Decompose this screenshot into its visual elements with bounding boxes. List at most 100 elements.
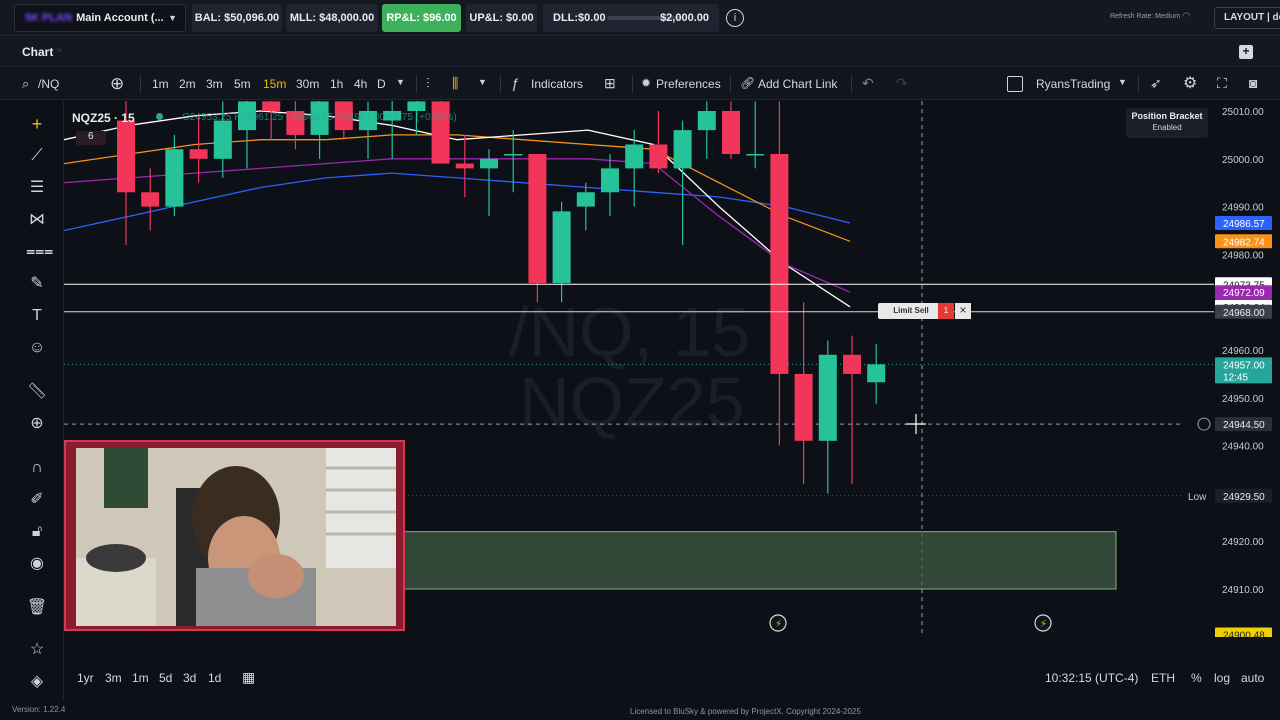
text-icon[interactable]: T xyxy=(26,305,48,327)
range-3m[interactable]: 3m xyxy=(105,671,122,685)
lock-icon[interactable]: 🔓︎ xyxy=(26,521,48,543)
pattern-icon[interactable]: ⋈ xyxy=(26,209,48,231)
account-checkbox[interactable] xyxy=(1007,76,1023,92)
candle-body xyxy=(746,154,765,156)
add-panel-button[interactable]: + xyxy=(1239,45,1253,59)
price-tag-label: 24944.50 xyxy=(1223,420,1265,431)
horizontal-lines-icon[interactable]: ☰ xyxy=(26,177,48,199)
timeframe-1h[interactable]: 1h xyxy=(330,77,343,91)
candle-body xyxy=(843,354,861,374)
bar-chart-icon[interactable]: ⫶ xyxy=(426,75,430,92)
function-icon[interactable]: ƒ xyxy=(511,75,519,91)
timeframe-30m[interactable]: 30m xyxy=(296,77,319,91)
candlestick-icon[interactable]: ⫼ xyxy=(452,75,458,92)
range-1d[interactable]: 1d xyxy=(208,671,221,685)
watermark-line-1: /NQ, 15 xyxy=(509,293,750,371)
position-bracket-title: Position Bracket xyxy=(1131,111,1203,121)
range-5d[interactable]: 5d xyxy=(159,671,172,685)
limit-sell-order-label[interactable]: Limit Sell xyxy=(878,303,944,319)
watermark-line-2: NQZ25 xyxy=(519,363,745,441)
order-quantity[interactable]: 1 xyxy=(938,303,954,319)
close-icon[interactable]: ✕ xyxy=(56,46,63,55)
indicator-count-badge[interactable]: 6 xyxy=(76,131,106,145)
auto-scale-toggle[interactable]: auto xyxy=(1241,671,1264,685)
divider xyxy=(1138,75,1139,93)
percent-scale-toggle[interactable]: % xyxy=(1191,671,1202,685)
range-1m[interactable]: 1m xyxy=(132,671,149,685)
star-icon[interactable]: ☆ xyxy=(26,639,48,661)
market-status-dot xyxy=(156,113,163,120)
add-symbol-icon[interactable]: ⊕ xyxy=(110,74,124,94)
price-tag-label: 24900.48 xyxy=(1223,631,1265,637)
eye-icon[interactable]: ◉ xyxy=(26,553,48,575)
divider xyxy=(500,75,501,93)
divider xyxy=(632,75,633,93)
candle-body xyxy=(431,101,450,164)
legend-symbol[interactable]: NQZ25 · 15 xyxy=(72,111,135,125)
symbol-search[interactable]: /NQ xyxy=(38,77,59,91)
timeframe-2m[interactable]: 2m xyxy=(179,77,196,91)
log-scale-toggle[interactable]: log xyxy=(1214,671,1230,685)
chevron-down-icon[interactable]: ▼ xyxy=(1118,77,1127,87)
add-chart-link-button[interactable]: Add Chart Link xyxy=(758,77,837,91)
rocket-icon[interactable]: ➶ xyxy=(1150,75,1162,92)
camera-icon[interactable]: ◙ xyxy=(1249,75,1257,91)
layout-button[interactable]: LAYOUT | de xyxy=(1214,7,1280,29)
zoom-in-icon[interactable]: ⊕ xyxy=(26,413,48,435)
candle-body xyxy=(552,211,571,284)
timeframe-1m[interactable]: 1m xyxy=(152,77,169,91)
calendar-icon[interactable]: ▦ xyxy=(242,669,255,686)
chevron-down-icon[interactable]: ▼ xyxy=(478,77,487,87)
clock[interactable]: 10:32:15 (UTC-4) xyxy=(1045,671,1138,685)
account-label: Main Account (... xyxy=(76,12,164,24)
link-icon[interactable]: 🔗︎ xyxy=(740,76,755,90)
pencil-lock-icon[interactable]: ✐ xyxy=(26,489,48,511)
emoji-icon[interactable]: ☺ xyxy=(26,337,48,359)
redo-icon[interactable]: ↷ xyxy=(896,75,908,92)
trash-icon[interactable]: 🗑︎ xyxy=(26,597,48,619)
cancel-order-button[interactable]: × xyxy=(955,303,971,319)
settings-icon[interactable]: ⚙ xyxy=(1183,73,1197,93)
chevron-down-icon[interactable]: ▼ xyxy=(396,77,405,87)
position-bracket-badge[interactable]: Position Bracket Enabled xyxy=(1126,108,1208,138)
gear-icon[interactable]: ✹ xyxy=(641,76,651,90)
position-bracket-status: Enabled xyxy=(1152,123,1182,132)
daily-loss-limit-badge: DLL:$0.00 $2,000.00 xyxy=(543,4,719,32)
timeframe-3m[interactable]: 3m xyxy=(206,77,223,91)
timeframe-d[interactable]: D xyxy=(377,77,386,91)
info-icon[interactable]: i xyxy=(726,9,744,27)
crosshair-icon[interactable]: + xyxy=(26,113,48,135)
timeframe-15m[interactable]: 15m xyxy=(263,77,286,91)
candle-body xyxy=(141,192,160,207)
brush-icon[interactable]: ✎ xyxy=(26,273,48,295)
fullscreen-icon[interactable]: ⛶ xyxy=(1217,75,1227,92)
magnet-icon[interactable]: ∩ xyxy=(26,457,48,479)
price-tag-label: 24968.00 xyxy=(1223,308,1265,319)
timeframe-4h[interactable]: 4h xyxy=(354,77,367,91)
chart-toolbar: ⌕ /NQ ⊕ 1m 2m 3m 5m 15m 30m 1h 4h D ▼ ⫶ … xyxy=(0,68,1280,100)
trend-line-icon[interactable]: ⟋ xyxy=(26,145,48,167)
price-tag-label: 24972.09 xyxy=(1223,288,1265,299)
lightning-icon: ⚡ xyxy=(775,619,782,630)
fib-icon[interactable]: ⩶ xyxy=(26,241,53,263)
unrealized-pnl-badge: UP&L: $0.00 xyxy=(466,4,537,32)
range-3d[interactable]: 3d xyxy=(183,671,196,685)
undo-icon[interactable]: ↶ xyxy=(862,75,874,92)
range-1yr[interactable]: 1yr xyxy=(77,671,94,685)
timeframe-5m[interactable]: 5m xyxy=(234,77,251,91)
search-icon[interactable]: ⌕ xyxy=(22,76,29,92)
price-tag-label: 12:45 xyxy=(1223,372,1248,383)
account-select[interactable]: 5K PLAN Main Account (... ▼ xyxy=(14,4,186,32)
tab-chart[interactable]: Chart xyxy=(22,45,53,59)
templates-icon[interactable]: ⊞ xyxy=(604,75,616,92)
candle-body xyxy=(189,149,208,159)
price-tag-label: 24986.57 xyxy=(1223,219,1265,230)
layers-icon[interactable]: ◈ xyxy=(26,671,48,693)
account-plan-tag: 5K PLAN xyxy=(25,12,73,24)
legend-ohlc: O24953.25 H24961.25 L24948.75 C24957.00 … xyxy=(182,112,457,123)
account-name-select[interactable]: RyansTrading xyxy=(1036,77,1110,91)
preferences-button[interactable]: Preferences xyxy=(656,77,721,91)
session-toggle[interactable]: ETH xyxy=(1151,671,1175,685)
indicators-button[interactable]: Indicators xyxy=(531,77,583,91)
ruler-icon[interactable]: 📏︎ xyxy=(26,381,48,403)
